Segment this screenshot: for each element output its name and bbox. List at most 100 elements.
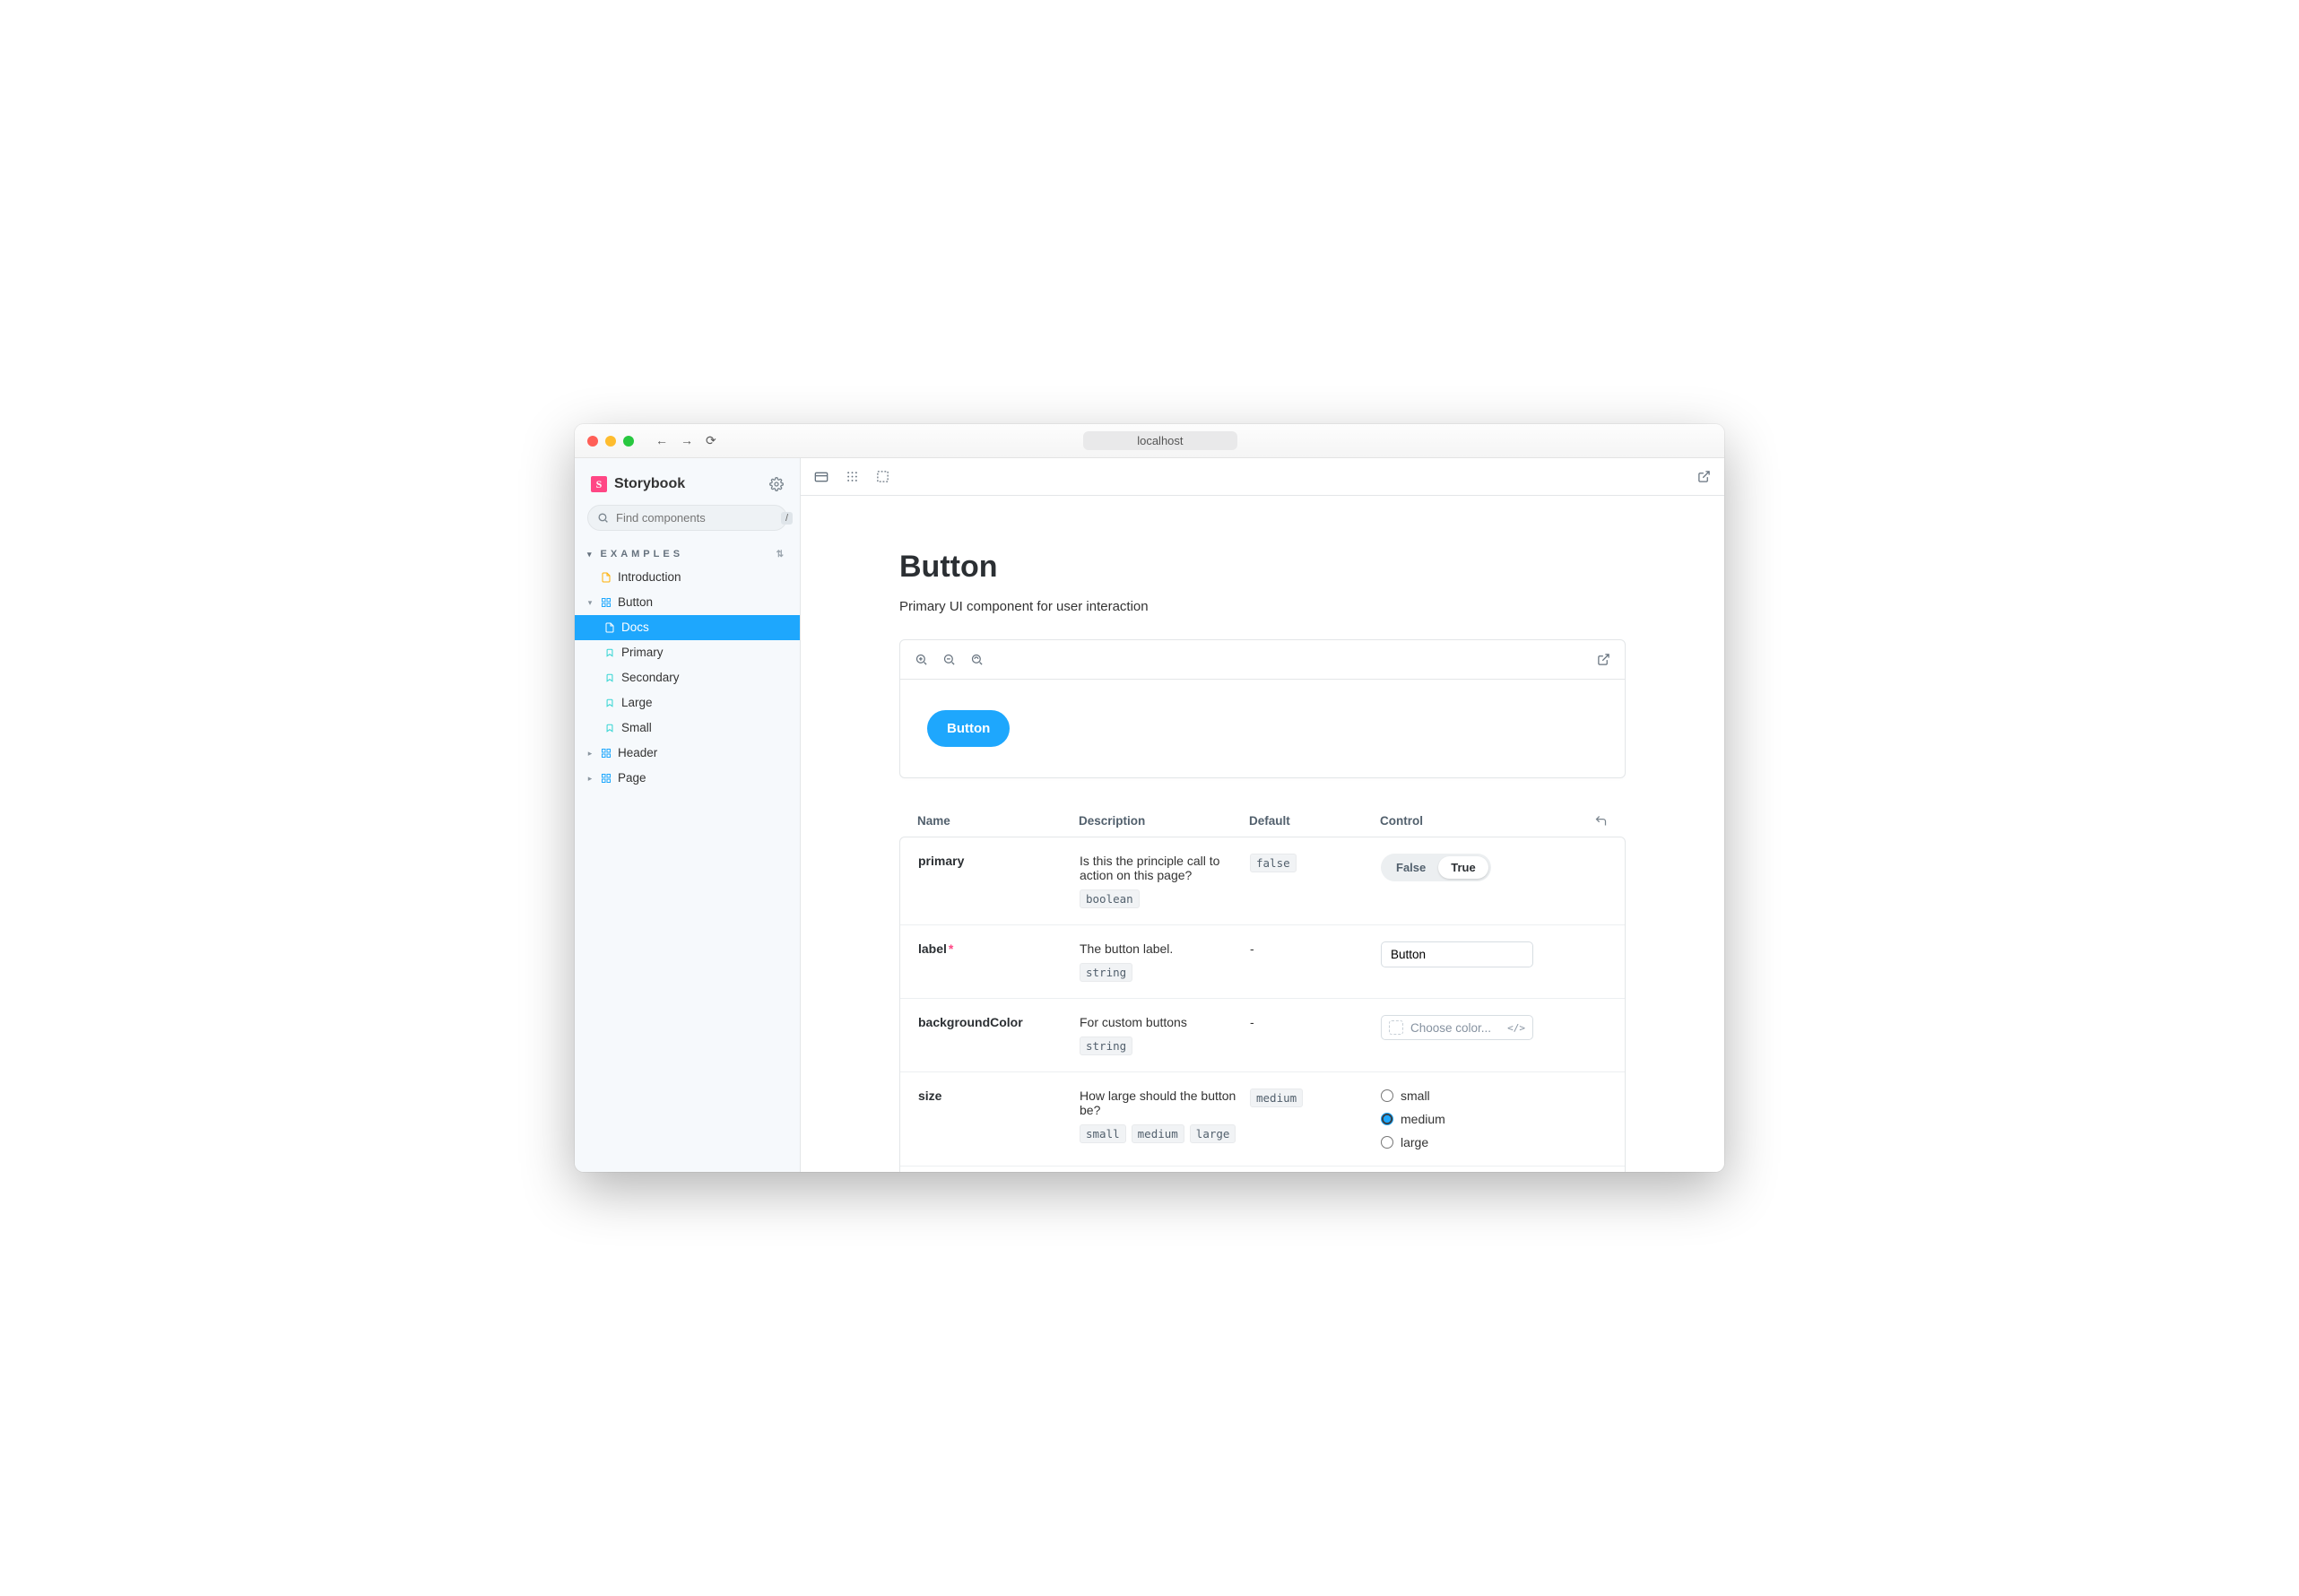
tree-label: Introduction: [618, 568, 681, 586]
boolean-toggle[interactable]: False True: [1381, 854, 1491, 881]
arg-default: false: [1250, 854, 1297, 872]
preview-toolbar: [900, 640, 1625, 680]
zoom-in-icon[interactable]: [915, 653, 928, 666]
tree-item-primary[interactable]: Primary: [575, 640, 800, 665]
arg-name: primary: [918, 854, 964, 868]
col-header-description: Description: [1079, 814, 1249, 828]
args-table: primary Is this the principle call to ac…: [899, 837, 1626, 1172]
tree-item-button[interactable]: ▾ Button: [575, 590, 800, 615]
viewport-tool-icon[interactable]: [813, 469, 829, 485]
color-swatch-icon: [1389, 1020, 1403, 1035]
arg-enum-chip: large: [1190, 1124, 1236, 1143]
radio-option-small[interactable]: small: [1381, 1089, 1607, 1103]
tree-label: Header: [618, 744, 657, 762]
tree-label: Page: [618, 769, 646, 787]
back-button[interactable]: ←: [655, 433, 668, 448]
arg-desc: How large should the button be?: [1080, 1089, 1250, 1117]
brand[interactable]: S Storybook: [591, 476, 685, 492]
story-icon: [603, 647, 616, 658]
browser-window: ← → ⟳ localhost S Storybook: [575, 424, 1724, 1172]
arg-row-backgroundcolor: backgroundColor For custom buttons strin…: [900, 999, 1625, 1072]
col-header-name: Name: [917, 814, 1079, 828]
reload-button[interactable]: ⟳: [706, 433, 716, 448]
open-external-icon[interactable]: [1597, 653, 1610, 666]
arg-desc: Is this the principle call to action on …: [1080, 854, 1250, 882]
main-panel: Button Primary UI component for user int…: [801, 458, 1724, 1172]
arg-type-chip: boolean: [1080, 889, 1140, 908]
tree-label: Docs: [621, 619, 649, 637]
arg-type-chip: string: [1080, 1037, 1132, 1055]
outline-tool-icon[interactable]: [874, 469, 890, 485]
zoom-out-icon[interactable]: [942, 653, 956, 666]
story-icon: [603, 698, 616, 708]
document-icon: [600, 572, 612, 583]
component-icon: [600, 748, 612, 759]
open-external-icon[interactable]: [1696, 469, 1712, 485]
search-field[interactable]: [616, 511, 774, 525]
text-control-input[interactable]: [1381, 941, 1533, 967]
search-input[interactable]: /: [587, 505, 787, 531]
arg-desc: For custom buttons: [1080, 1015, 1187, 1029]
section-label: EXAMPLES: [601, 549, 684, 559]
toggle-false[interactable]: False: [1384, 856, 1438, 879]
chevron-right-icon: ▸: [586, 769, 594, 787]
sidebar: S Storybook / ▾ EXAMPLES: [575, 458, 801, 1172]
close-window-button[interactable]: [587, 436, 598, 447]
chevron-down-icon: ▾: [587, 550, 595, 559]
minimize-window-button[interactable]: [605, 436, 616, 447]
tree-item-page[interactable]: ▸ Page: [575, 766, 800, 791]
browser-titlebar: ← → ⟳ localhost: [575, 424, 1724, 458]
zoom-reset-icon[interactable]: [970, 653, 984, 666]
docs-content: Button Primary UI component for user int…: [801, 496, 1724, 1172]
tree-label: Secondary: [621, 669, 680, 687]
tree-item-docs[interactable]: Docs: [575, 615, 800, 640]
address-bar[interactable]: localhost: [1083, 431, 1236, 450]
args-header: Name Description Default Control: [899, 814, 1626, 837]
document-icon: [603, 622, 616, 633]
storybook-logo-icon: S: [591, 476, 607, 492]
component-icon: [600, 597, 612, 608]
fullscreen-window-button[interactable]: [623, 436, 634, 447]
tree-item-header[interactable]: ▸ Header: [575, 741, 800, 766]
tree-item-introduction[interactable]: Introduction: [575, 565, 800, 590]
traffic-lights: [587, 436, 634, 447]
radio-option-medium[interactable]: medium: [1381, 1112, 1607, 1126]
tree-item-small[interactable]: Small: [575, 716, 800, 741]
arg-row-primary: primary Is this the principle call to ac…: [900, 837, 1625, 925]
browser-nav: ← → ⟳: [655, 433, 716, 448]
section-examples[interactable]: ▾ EXAMPLES ⇅: [575, 543, 800, 565]
arg-name: size: [918, 1089, 941, 1103]
forward-button[interactable]: →: [681, 433, 693, 448]
toggle-true[interactable]: True: [1438, 856, 1488, 879]
radio-option-large[interactable]: large: [1381, 1135, 1607, 1149]
tree-label: Small: [621, 719, 652, 737]
chevron-right-icon: ▸: [586, 744, 594, 762]
required-indicator: *: [949, 941, 953, 956]
preview-box: Button: [899, 639, 1626, 778]
arg-row-label: label* The button label. string -: [900, 925, 1625, 999]
arg-default: medium: [1250, 1089, 1303, 1107]
page-title: Button: [899, 550, 1626, 585]
reset-controls-icon[interactable]: [1594, 814, 1608, 828]
preview-canvas: Button: [900, 680, 1625, 777]
story-icon: [603, 672, 616, 683]
settings-gear-icon[interactable]: [769, 477, 784, 491]
chevron-down-icon: ▾: [586, 594, 594, 612]
color-placeholder: Choose color...: [1410, 1021, 1500, 1035]
arg-name: backgroundColor: [918, 1015, 1023, 1029]
tree-label: Primary: [621, 644, 664, 662]
tree-item-large[interactable]: Large: [575, 690, 800, 716]
code-toggle-icon[interactable]: </>: [1507, 1022, 1525, 1034]
page-subtitle: Primary UI component for user interactio…: [899, 599, 1626, 614]
color-control[interactable]: Choose color... </>: [1381, 1015, 1533, 1040]
sort-icon[interactable]: ⇅: [776, 550, 787, 559]
demo-button[interactable]: Button: [927, 710, 1010, 747]
col-header-default: Default: [1249, 814, 1380, 828]
tree-item-secondary[interactable]: Secondary: [575, 665, 800, 690]
grid-tool-icon[interactable]: [844, 469, 860, 485]
arg-type-chip: string: [1080, 963, 1132, 982]
story-icon: [603, 723, 616, 733]
arg-default: -: [1250, 941, 1254, 956]
tree-label: Button: [618, 594, 653, 612]
radio-control: small medium large: [1381, 1089, 1607, 1149]
